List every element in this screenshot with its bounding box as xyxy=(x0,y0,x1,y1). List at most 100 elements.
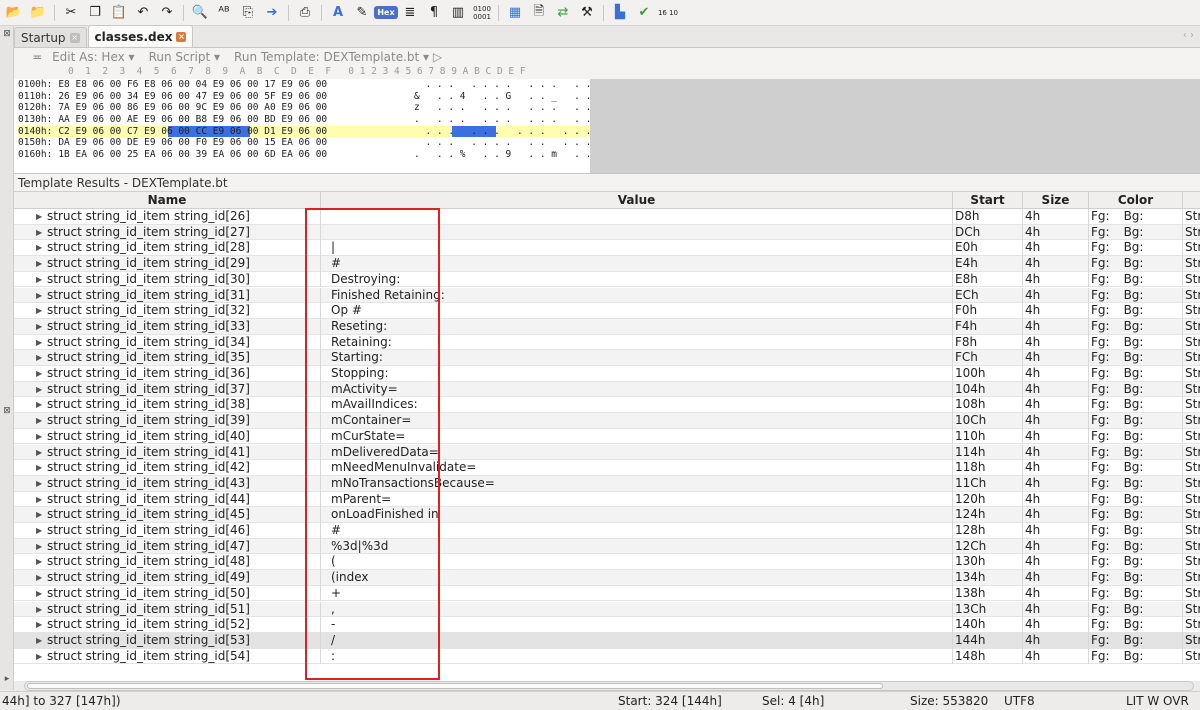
row-value[interactable]: | xyxy=(321,240,953,257)
hex-ascii[interactable]: z . . . . . . . . . . . xyxy=(414,102,591,114)
hex-ascii[interactable]: . . . . . . . . . . . . xyxy=(414,79,591,91)
hex-bytes[interactable]: 1B EA 06 00 25 EA 06 00 39 EA 06 00 6D E… xyxy=(58,149,327,160)
row-value[interactable]: mAvailIndices: xyxy=(321,397,953,414)
table-row[interactable]: ▶ struct string_id_item string_id[27] DCh 4… xyxy=(14,224,1200,241)
close-panel-icon[interactable]: ⊠ xyxy=(1,29,13,39)
table-row[interactable]: ▶ struct string_id_item string_id[38] mAva… xyxy=(14,397,1200,414)
row-value[interactable]: mParent= xyxy=(321,491,953,508)
table-row[interactable]: ▶ struct string_id_item string_id[28] | E0… xyxy=(14,240,1200,257)
columns-icon[interactable]: ▥ xyxy=(447,2,469,24)
column-header-start[interactable]: Start xyxy=(953,192,1023,209)
row-color[interactable]: Fg: Bg: xyxy=(1089,538,1183,555)
redo-icon[interactable]: ↷ xyxy=(156,2,178,24)
column-header-value[interactable]: Value xyxy=(321,192,953,209)
expand-arrow-icon[interactable]: ▶ xyxy=(36,382,42,398)
row-value[interactable]: %3d|%3d xyxy=(321,538,953,555)
text-view-icon[interactable]: ≣ xyxy=(399,2,421,24)
font-icon[interactable]: A xyxy=(327,2,349,24)
hex-ascii[interactable]: . . . . . . . . . . . . xyxy=(414,126,591,138)
table-row[interactable]: ▶ struct string_id_item string_id[26] D8h 4… xyxy=(14,209,1200,225)
hex-row[interactable]: 0150h: DA E9 06 00 DE E9 06 00 F0 E9 06 0… xyxy=(18,137,591,149)
tab-classes-dex[interactable]: classes.dex × xyxy=(87,25,194,47)
expand-arrow-icon[interactable]: ▶ xyxy=(36,492,42,508)
expand-arrow-icon[interactable]: ▶ xyxy=(36,303,42,319)
row-color[interactable]: Fg: Bg: xyxy=(1089,334,1183,351)
row-color[interactable]: Fg: Bg: xyxy=(1089,413,1183,429)
column-header-size[interactable]: Size xyxy=(1023,192,1089,209)
expand-arrow-icon[interactable]: ▶ xyxy=(36,209,42,225)
expand-arrow-icon[interactable]: ▶ xyxy=(36,319,42,335)
row-value[interactable]: mDeliveredData= xyxy=(321,444,953,461)
tab-startup[interactable]: Startup × xyxy=(14,27,87,47)
row-color[interactable]: Fg: Bg: xyxy=(1089,240,1183,257)
table-row[interactable]: ▶ struct string_id_item string_id[50] +138… xyxy=(14,585,1200,602)
hex-row[interactable]: 0100h: E8 E8 06 00 F6 E8 06 00 04 E9 06 0… xyxy=(18,79,591,91)
hex-bytes[interactable]: AA E9 06 00 AE E9 06 00 B8 E9 06 00 BD E… xyxy=(58,114,327,125)
calculator-icon[interactable]: ▦ xyxy=(504,2,526,24)
template-results-table[interactable]: ▶ struct string_id_item string_id[26] D8h 4… xyxy=(14,209,1200,681)
table-row[interactable]: ▶ struct string_id_item string_id[29] # E4h… xyxy=(14,256,1200,272)
expand-arrow-icon[interactable]: ▶ xyxy=(36,460,42,476)
table-row[interactable]: ▶ struct string_id_item string_id[54]:148… xyxy=(14,648,1200,665)
hex-ascii[interactable]: . . . % . . 9 . . m . . xyxy=(414,149,591,161)
checksum-icon[interactable]: ✔ xyxy=(633,2,655,24)
column-header-name[interactable]: Name xyxy=(14,192,321,209)
hex-ascii[interactable]: . . . . . . . . . . . . xyxy=(414,114,591,126)
hex-bytes[interactable]: DA E9 06 00 DE E9 06 00 F0 E9 06 00 15 E… xyxy=(58,137,327,148)
row-value[interactable]: Stopping: xyxy=(321,366,953,382)
hex-row[interactable]: 0110h: 26 E9 06 00 34 E9 06 00 47 E9 06 0… xyxy=(18,91,591,103)
hex-row[interactable]: 0160h: 1B EA 06 00 25 EA 06 00 39 EA 06 0… xyxy=(18,149,591,161)
close-tab-icon[interactable]: × xyxy=(176,31,187,42)
row-value[interactable]: onLoadFinished in xyxy=(321,507,953,523)
expand-arrow-icon[interactable]: ▶ xyxy=(36,523,42,539)
paste-icon[interactable]: 📋 xyxy=(108,2,130,24)
table-row[interactable]: ▶ struct string_id_item string_id[52] -140… xyxy=(14,617,1200,633)
table-row[interactable]: ▶ struct string_id_item string_id[36] Stop… xyxy=(14,366,1200,382)
find-icon[interactable]: 🔍 xyxy=(189,2,211,24)
table-row[interactable]: ▶ struct string_id_item string_id[40] mCur… xyxy=(14,428,1200,445)
row-color[interactable]: Fg: Bg: xyxy=(1089,287,1183,304)
expand-arrow-icon[interactable]: ▶ xyxy=(36,350,42,366)
horizontal-scrollbar[interactable] xyxy=(24,681,1194,691)
compare-icon[interactable]: ⇄ xyxy=(552,2,574,24)
table-row[interactable]: ▶ struct string_id_item string_id[42] mNee… xyxy=(14,460,1200,476)
expand-arrow-icon[interactable]: ▶ xyxy=(36,633,42,649)
expand-arrow-icon[interactable]: ▶ xyxy=(36,476,42,492)
undo-icon[interactable]: ↶ xyxy=(132,2,154,24)
hex-row[interactable]: 0140h: C2 E9 06 00 C7 E9 06 00 CC E9 06 0… xyxy=(18,125,591,138)
row-color[interactable]: Fg: Bg: xyxy=(1089,381,1183,398)
status-modes[interactable]: LIT W OVR xyxy=(1126,692,1189,710)
tools-icon[interactable]: ⚒ xyxy=(576,2,598,24)
row-value[interactable]: mNeedMenuInvalidate= xyxy=(321,460,953,476)
expand-arrow-icon[interactable]: ▶ xyxy=(36,335,42,351)
hex-ascii[interactable]: & . . 4 . . G . . _ . . xyxy=(414,91,591,103)
expand-arrow-icon[interactable]: ▶ xyxy=(36,397,42,413)
binary-icon[interactable]: 0100 0001 xyxy=(471,2,493,24)
expand-arrow-icon[interactable]: ▶ xyxy=(36,225,42,241)
table-row[interactable]: ▶ struct string_id_item string_id[44] mPar… xyxy=(14,491,1200,508)
histogram-icon[interactable]: ▙ xyxy=(609,2,631,24)
row-value[interactable]: Starting: xyxy=(321,350,953,366)
table-row[interactable]: ▶ struct string_id_item string_id[35] Star… xyxy=(14,350,1200,366)
paragraph-icon[interactable]: ¶ xyxy=(423,2,445,24)
run-template-menu[interactable]: Run Template: DEXTemplate.bt ▾ ▷ xyxy=(234,50,442,64)
table-row[interactable]: ▶ struct string_id_item string_id[37] mAct… xyxy=(14,381,1200,398)
row-color[interactable]: Fg: Bg: xyxy=(1089,350,1183,366)
expand-arrow-icon[interactable]: ▶ xyxy=(36,288,42,304)
table-row[interactable]: ▶ struct string_id_item string_id[34] Reta… xyxy=(14,334,1200,351)
expand-arrow-icon[interactable]: ▸ xyxy=(1,674,13,684)
row-color[interactable]: Fg: Bg: xyxy=(1089,585,1183,602)
row-value[interactable]: mNoTransactionsBecause= xyxy=(321,475,953,492)
close-tab-icon[interactable]: × xyxy=(69,32,80,43)
find-in-files-icon[interactable]: ⎘ xyxy=(237,2,259,24)
table-row[interactable]: ▶ struct string_id_item string_id[41] mDel… xyxy=(14,444,1200,461)
hex-editor[interactable]: 0 1 2 3 4 5 6 7 8 9 A B C D E F 0 1 2 3 … xyxy=(14,65,1200,173)
hex-bytes[interactable]: 26 E9 06 00 34 E9 06 00 47 E9 06 00 5F E… xyxy=(58,91,327,102)
row-color[interactable]: Fg: Bg: xyxy=(1089,570,1183,586)
row-color[interactable]: Fg: Bg: xyxy=(1089,303,1183,319)
hex-bytes[interactable]: 7A E9 06 00 86 E9 06 00 9C E9 06 00 A0 E… xyxy=(58,102,327,113)
row-color[interactable]: Fg: Bg: xyxy=(1089,601,1183,618)
row-value[interactable]: , xyxy=(321,601,953,618)
table-row[interactable]: ▶ struct string_id_item string_id[45] onLo… xyxy=(14,507,1200,523)
expand-arrow-icon[interactable]: ▶ xyxy=(36,554,42,570)
